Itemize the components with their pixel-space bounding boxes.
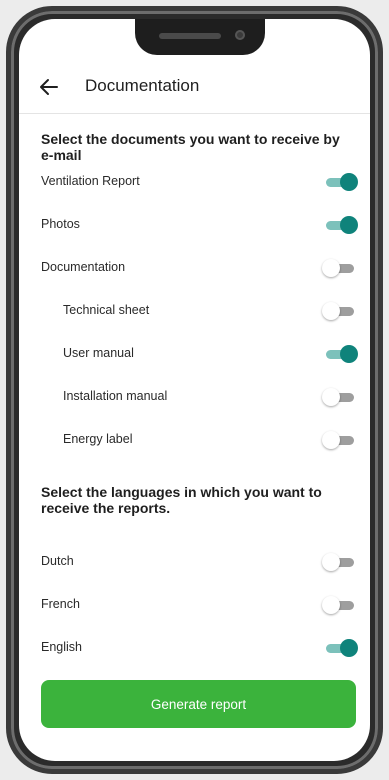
toggle-photos[interactable] (324, 215, 358, 235)
language-row-french: French (19, 591, 370, 619)
document-label: User manual (63, 346, 134, 360)
toggle-documentation[interactable] (322, 258, 356, 278)
document-row-user-manual: User manual (19, 340, 370, 368)
toggle-knob (340, 639, 358, 657)
document-label: Ventilation Report (41, 174, 140, 188)
toggle-energy-label[interactable] (322, 430, 356, 450)
toggle-ventilation-report[interactable] (324, 172, 358, 192)
toggle-dutch[interactable] (322, 552, 356, 572)
toggle-knob (322, 302, 340, 320)
page-title: Documentation (85, 76, 200, 95)
toggle-knob (322, 259, 340, 277)
document-row-energy-label: Energy label (19, 426, 370, 454)
document-row-ventilation-report: Ventilation Report (19, 168, 370, 196)
language-row-english: English (19, 634, 370, 662)
language-label: English (41, 640, 82, 654)
camera-icon (235, 30, 245, 40)
document-label: Technical sheet (63, 303, 150, 317)
language-label: Dutch (41, 554, 74, 568)
document-label: Installation manual (63, 389, 168, 403)
document-row-installation-manual: Installation manual (19, 383, 370, 411)
toggle-knob (322, 596, 340, 614)
toggle-knob (340, 173, 358, 191)
app-screen: Documentation Select the documents you w… (19, 19, 370, 761)
toggle-technical-sheet[interactable] (322, 301, 356, 321)
toggle-english[interactable] (324, 638, 358, 658)
speaker-grille (159, 33, 221, 39)
document-label: Energy label (63, 432, 133, 446)
document-row-photos: Photos (19, 211, 370, 239)
phone-notch (135, 19, 265, 55)
toggle-knob (340, 216, 358, 234)
toggle-french[interactable] (322, 595, 356, 615)
document-row-documentation: Documentation (19, 254, 370, 282)
documents-heading: Select the documents you want to receive… (41, 131, 340, 163)
toggle-installation-manual[interactable] (322, 387, 356, 407)
toggle-knob (322, 553, 340, 571)
back-arrow-icon[interactable] (37, 75, 61, 99)
document-label: Photos (41, 217, 80, 231)
document-row-technical-sheet: Technical sheet (19, 297, 370, 325)
toggle-knob (322, 388, 340, 406)
toggle-knob (340, 345, 358, 363)
phone-frame: Documentation Select the documents you w… (6, 6, 383, 774)
language-row-dutch: Dutch (19, 548, 370, 576)
app-bar: Documentation (19, 63, 370, 114)
document-label: Documentation (41, 260, 126, 274)
toggle-user-manual[interactable] (324, 344, 358, 364)
toggle-knob (322, 431, 340, 449)
generate-report-button[interactable]: Generate report (41, 680, 356, 728)
languages-heading: Select the languages in which you want t… (41, 484, 322, 516)
language-label: French (41, 597, 80, 611)
